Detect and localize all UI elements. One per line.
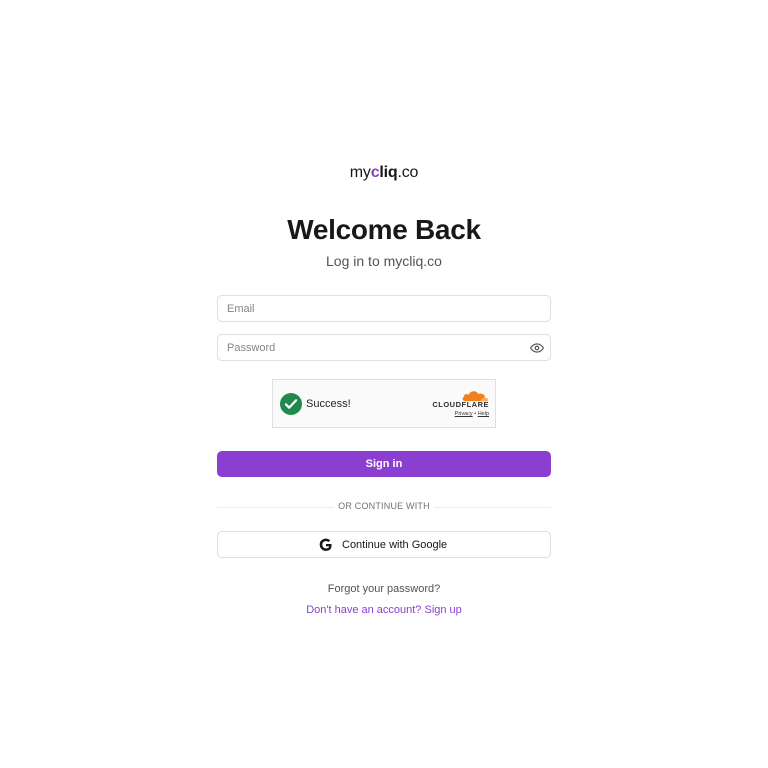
logo-part-my: my [349, 164, 371, 181]
captcha-status: Success! [306, 398, 351, 410]
captcha-widget[interactable]: Success! CLOUDFLARE Privacy • Help [272, 379, 496, 428]
login-page: mycliq.co Welcome Back Log in to mycliq.… [0, 0, 768, 768]
logo-part-c: c [370, 164, 380, 181]
captcha-privacy-link[interactable]: Privacy [455, 411, 473, 417]
divider-line-right [434, 507, 551, 508]
signup-row: Don't have an account? Sign up [0, 604, 768, 616]
divider-text: OR CONTINUE WITH [338, 501, 430, 511]
password-field[interactable] [217, 334, 551, 361]
eye-icon[interactable] [530, 341, 544, 355]
cloudflare-wordmark: CLOUDFLARE [432, 400, 489, 409]
password-input[interactable] [218, 335, 550, 360]
brand-logo: mycliq.co [0, 163, 768, 183]
page-subtitle: Log in to mycliq.co [326, 253, 442, 269]
logo-part-liq: liq [379, 164, 398, 181]
captcha-links-separator: • [474, 411, 477, 417]
divider: OR CONTINUE WITH [217, 500, 551, 514]
google-icon [319, 538, 332, 551]
google-signin-button[interactable]: Continue with Google [217, 531, 551, 558]
logo-part-co: .co [397, 164, 419, 181]
email-field[interactable] [217, 295, 551, 322]
google-button-label: Continue with Google [342, 539, 448, 551]
forgot-password-row: Forgot your password? [0, 583, 768, 595]
check-circle-icon [280, 393, 302, 415]
forgot-password-link[interactable]: Forgot your password? [328, 583, 441, 595]
email-input[interactable] [218, 296, 550, 321]
page-title: Welcome Back [287, 214, 481, 245]
captcha-links: Privacy • Help [455, 411, 489, 417]
captcha-help-link[interactable]: Help [478, 411, 489, 417]
sign-in-button[interactable]: Sign in [217, 451, 551, 477]
signup-link[interactable]: Don't have an account? Sign up [306, 604, 462, 616]
